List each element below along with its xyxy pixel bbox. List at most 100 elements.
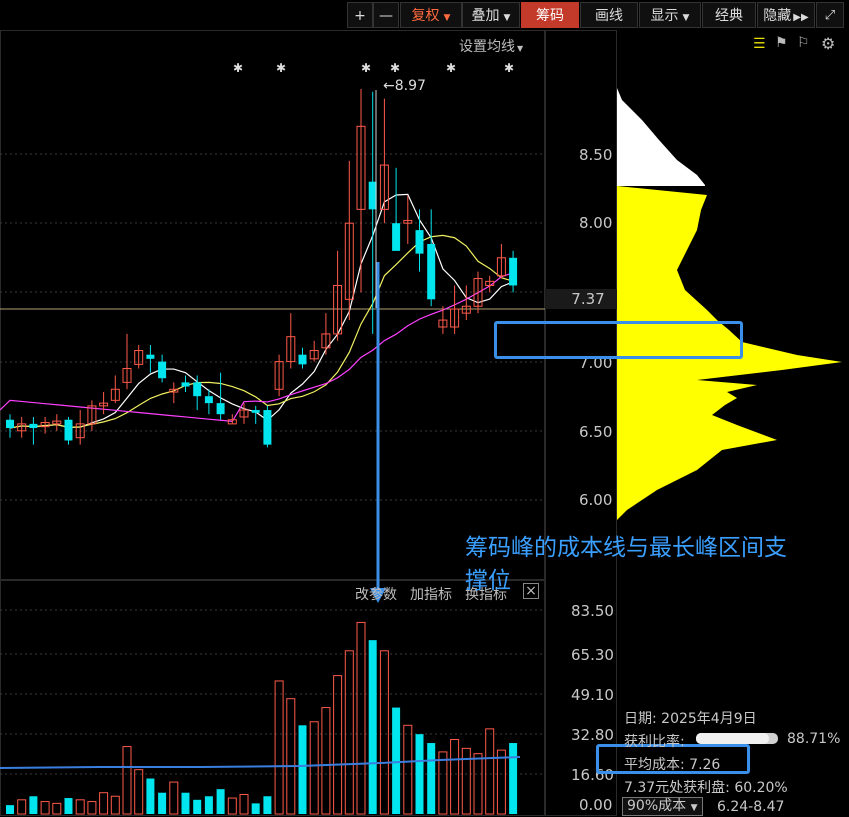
volume-bar-down — [64, 798, 73, 814]
volume-bar-down — [251, 803, 260, 814]
event-marker-icon: ✱ — [390, 61, 400, 75]
profit-at-value: 60.20% — [734, 780, 788, 796]
volume-bar-up — [450, 738, 460, 815]
avg-cost-value: 7.26 — [689, 757, 721, 773]
candle-body-down — [193, 382, 202, 397]
profit-ratio-fill — [696, 733, 769, 744]
chip-date: 日期: 2025年4月9日 — [624, 708, 757, 728]
chevron-down-icon: ▼ — [690, 803, 698, 813]
event-marker-icon: ✱ — [276, 61, 286, 75]
volume-bar-down — [158, 792, 167, 814]
volume-bar-up — [344, 650, 354, 815]
avg-cost: 平均成本: 7.26 — [624, 754, 720, 774]
volume-bar-up — [239, 793, 249, 815]
ma10-line — [9, 234, 514, 429]
volume-tick-label: 32.80 — [571, 726, 614, 744]
volume-bar-up — [438, 751, 448, 815]
profit-at-price: 7.37元处获利盘: 60.20% — [624, 777, 788, 797]
volume-bar-up — [227, 797, 237, 815]
candle-body-down — [146, 354, 155, 359]
volume-bar-down — [392, 707, 401, 814]
stock-chart: ✱ ✱ ✱ ✱ ✱ ✱ — [0, 61, 842, 815]
chip-profit-area — [617, 88, 705, 186]
volume-bar-up — [110, 795, 120, 815]
high-price-value: 8.97 — [394, 78, 426, 94]
candle-body-down — [158, 361, 167, 379]
volume-bar-up — [75, 799, 85, 815]
volume-tick-label: 49.10 — [571, 686, 614, 704]
candle-body-down — [251, 410, 260, 413]
volume-bar-up — [274, 680, 284, 815]
volume-bar-down — [509, 743, 518, 814]
volume-tick-label: 0.00 — [579, 796, 613, 814]
candle-body-down — [298, 354, 307, 365]
candle-body-down — [427, 243, 436, 300]
event-marker-icon: ✱ — [361, 61, 371, 75]
arrow-left-icon: ← — [383, 78, 395, 94]
volume-bar-down — [204, 796, 213, 814]
profit-ratio-label: 获利比率: — [624, 734, 685, 750]
volume-bar-down — [29, 796, 38, 814]
change-param-link[interactable]: 改参数 — [355, 584, 397, 604]
volume-bar-up — [333, 675, 343, 815]
ma20-line — [0, 272, 514, 423]
price-tick-label: 8.00 — [579, 214, 613, 232]
close-icon[interactable]: × — [523, 583, 539, 599]
candle-body-down — [392, 223, 401, 251]
volume-bar-up — [496, 749, 506, 815]
volume-bar-up — [473, 753, 483, 815]
support-zone-highlight — [494, 321, 743, 359]
candle-body-down — [181, 382, 190, 387]
volume-bar-up — [122, 746, 132, 815]
annotation-line-1: 筹码峰的成本线与最长峰区间支 — [465, 535, 787, 561]
volume-bar-up — [485, 728, 495, 815]
candle-body-down — [509, 257, 518, 286]
volume-bar-down — [193, 799, 202, 814]
volume-bar-down — [216, 789, 225, 814]
volume-bar-down — [263, 796, 272, 814]
candle-body-down — [415, 230, 424, 254]
date-value: 2025年4月9日 — [661, 711, 757, 727]
volume-bar-up — [403, 724, 413, 815]
cost-percent-select[interactable]: 90%成本 ▼ — [622, 797, 703, 816]
annotation-line-2: 撑位 — [465, 568, 511, 594]
cost-range: 6.24-8.47 — [717, 799, 785, 815]
event-marker-icon: ✱ — [504, 61, 514, 75]
volume-bar-up — [87, 801, 97, 815]
date-label: 日期: — [624, 711, 657, 727]
current-price-tag: 7.37 — [545, 289, 617, 309]
high-price-marker: ←8.97 — [383, 78, 426, 94]
profit-at-label: 7.37元处获利盘: — [624, 780, 730, 796]
cost-percent-value: 90%成本 — [627, 798, 687, 814]
add-indicator-link[interactable]: 加指标 — [410, 584, 452, 604]
volume-bar-up — [99, 792, 109, 815]
candle-body-down — [204, 396, 213, 404]
volume-bar-up — [356, 621, 366, 815]
candle-body-down — [29, 423, 38, 429]
volume-tick-label: 65.30 — [571, 646, 614, 664]
volume-bar-up — [169, 781, 179, 815]
volume-bar-up — [52, 802, 62, 815]
price-tick-label: 6.50 — [579, 423, 613, 441]
volume-bar-down — [368, 640, 377, 814]
volume-bar-down — [298, 725, 307, 814]
volume-bar-up — [321, 707, 331, 815]
volume-bar-up — [134, 769, 144, 815]
price-tick-label: 6.00 — [579, 491, 613, 509]
volume-ma-line — [0, 756, 521, 769]
volume-bar-down — [427, 743, 436, 814]
profit-ratio-value: 88.71% — [787, 731, 841, 747]
volume-tick-label: 83.50 — [571, 602, 614, 620]
candle-body-down — [263, 410, 272, 445]
event-marker-icon: ✱ — [233, 61, 243, 75]
volume-bar-down — [181, 792, 190, 814]
volume-bar-up — [17, 799, 27, 815]
avg-cost-label: 平均成本: — [624, 757, 685, 773]
volume-bar-up — [379, 650, 389, 815]
candle-body-down — [6, 419, 14, 429]
volume-bar-up — [286, 698, 296, 815]
volume-bar-up — [309, 721, 319, 815]
volume-bar-up — [40, 801, 50, 815]
candle-body-down — [216, 403, 225, 415]
candle-body-down — [64, 419, 73, 441]
